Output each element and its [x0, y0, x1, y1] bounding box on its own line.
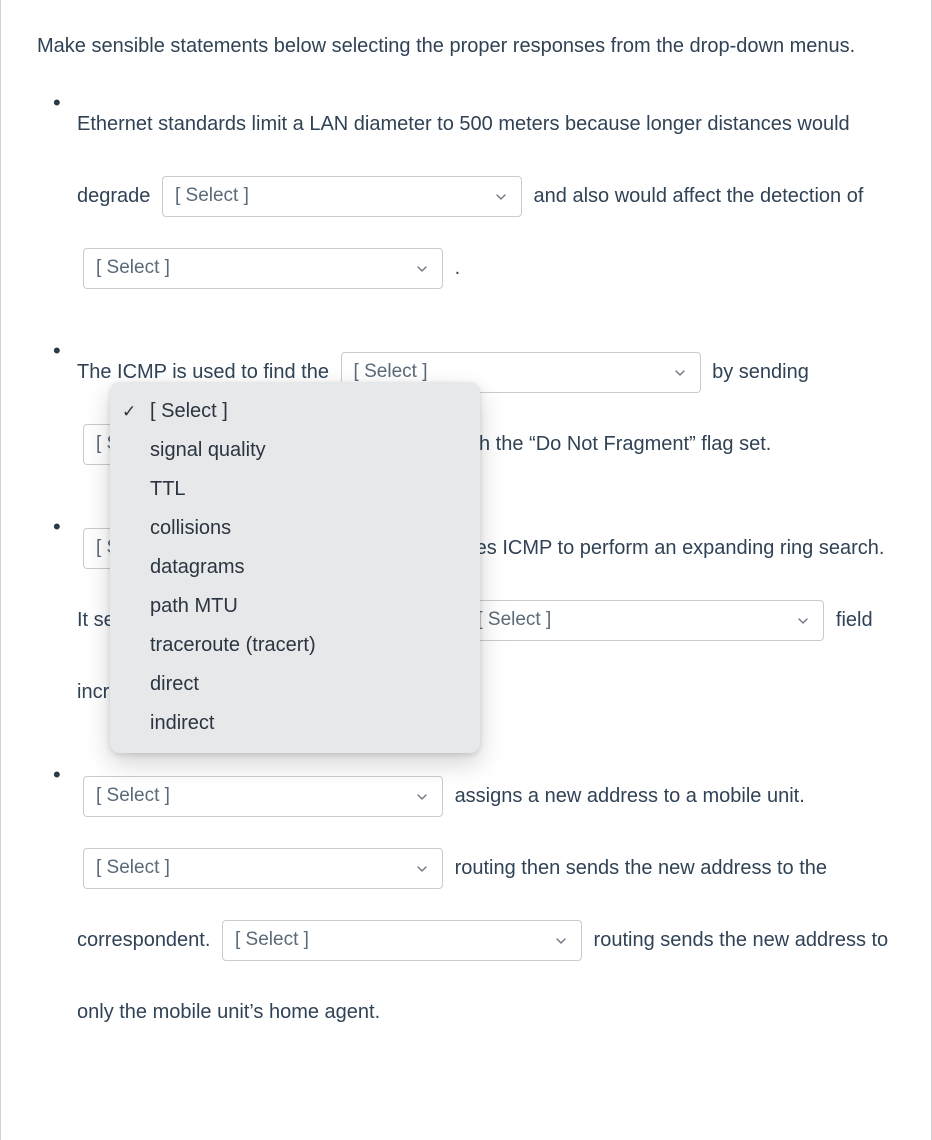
chevron-down-icon	[414, 789, 430, 805]
check-icon: ✓	[122, 402, 136, 422]
select-placeholder: [ Select ]	[175, 185, 249, 208]
dropdown-option[interactable]: collisions	[110, 509, 480, 548]
dropdown-option[interactable]: traceroute (tracert)	[110, 626, 480, 665]
select-placeholder: [ Select ]	[96, 257, 170, 280]
select-dropdown[interactable]: [ Select ]	[162, 176, 522, 217]
dropdown-option[interactable]: direct	[110, 665, 480, 704]
dropdown-option-label: indirect	[150, 712, 214, 735]
dropdown-option-label: direct	[150, 673, 199, 696]
dropdown-option[interactable]: ✓ [ Select ]	[110, 392, 480, 431]
dropdown-option[interactable]: datagrams	[110, 548, 480, 587]
select-placeholder: [ Select ]	[354, 361, 428, 384]
bullet-item: Ethernet standards limit a LAN diameter …	[77, 88, 895, 304]
select-dropdown[interactable]: [ Select ]	[83, 848, 443, 889]
bullet-item: [ Select ] assigns a new address to a mo…	[77, 760, 895, 1048]
dropdown-popup: ✓ [ Select ] signal quality TTL collisions da…	[110, 382, 480, 753]
instructions-text: Make sensible statements below selecting…	[37, 24, 895, 68]
statement-text: The ICMP is used to find the	[77, 361, 329, 383]
select-dropdown[interactable]: [ Select ]	[83, 776, 443, 817]
dropdown-option-label: TTL	[150, 478, 186, 501]
statement-text: .	[455, 257, 461, 279]
statement-text: assigns a new address to a mobile unit.	[455, 785, 805, 807]
dropdown-option-label: datagrams	[150, 556, 245, 579]
statement-line: Ethernet standards limit a LAN diameter …	[77, 88, 895, 304]
select-placeholder: [ Select ]	[477, 609, 551, 632]
select-placeholder: [ Select ]	[235, 929, 309, 952]
chevron-down-icon	[553, 933, 569, 949]
dropdown-option-label: signal quality	[150, 439, 266, 462]
dropdown-option[interactable]: TTL	[110, 470, 480, 509]
select-placeholder: [ Select ]	[96, 857, 170, 880]
dropdown-option-label: collisions	[150, 517, 231, 540]
dropdown-option-label: traceroute (tracert)	[150, 634, 316, 657]
chevron-down-icon	[493, 189, 509, 205]
select-dropdown[interactable]: [ Select ]	[464, 600, 824, 641]
select-placeholder: [ Select ]	[96, 785, 170, 808]
dropdown-option-label: [ Select ]	[150, 400, 228, 423]
dropdown-option[interactable]: path MTU	[110, 587, 480, 626]
dropdown-option[interactable]: signal quality	[110, 431, 480, 470]
chevron-down-icon	[795, 613, 811, 629]
select-dropdown[interactable]: [ Select ]	[83, 248, 443, 289]
chevron-down-icon	[672, 365, 688, 381]
chevron-down-icon	[414, 861, 430, 877]
statement-text: with the “Do Not Fragment” flag set.	[455, 433, 772, 455]
select-dropdown[interactable]: [ Select ]	[222, 920, 582, 961]
statement-line: [ Select ] assigns a new address to a mo…	[77, 760, 895, 1048]
chevron-down-icon	[414, 261, 430, 277]
statement-text: by sending	[712, 361, 809, 383]
dropdown-option[interactable]: indirect	[110, 704, 480, 743]
statement-text: and also would affect the detection of	[534, 185, 864, 207]
dropdown-option-label: path MTU	[150, 595, 238, 618]
